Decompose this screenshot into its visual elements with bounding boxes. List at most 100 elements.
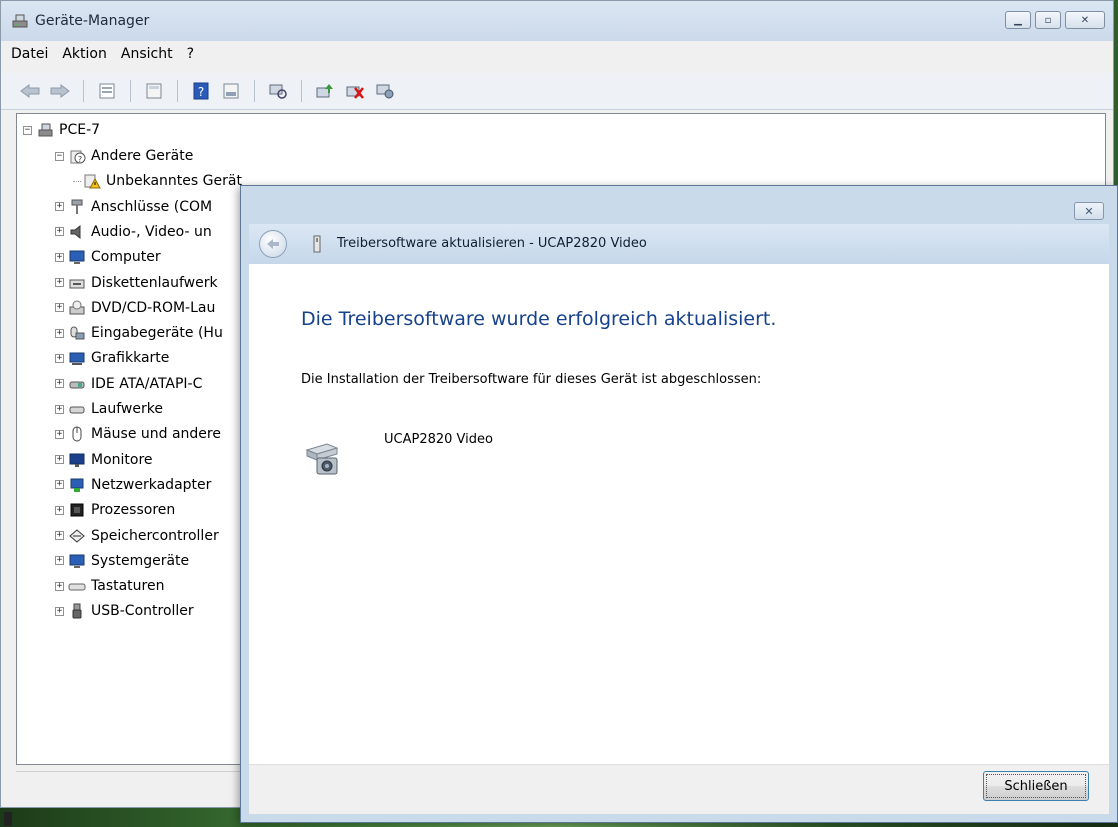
tree-item-label: Laufwerke (91, 401, 163, 417)
window-title: Geräte-Manager (35, 13, 150, 29)
expand-icon[interactable]: + (55, 202, 64, 212)
forward-arrow-icon[interactable] (49, 80, 71, 102)
processor-icon (70, 503, 84, 517)
scan-hardware-icon[interactable] (267, 80, 289, 102)
start-button-edge[interactable] (4, 812, 12, 826)
system-device-icon (69, 554, 85, 568)
menu-datei[interactable]: Datei (11, 46, 48, 62)
mouse-icon (72, 426, 82, 442)
device-name: UCAP2820 Video (384, 432, 493, 447)
update-driver-dialog: ✕ Treibersoftware aktualisieren - UCAP28… (240, 185, 1118, 823)
tree-item-label: USB-Controller (91, 603, 194, 620)
tree-item[interactable]: + Tastaturen (55, 574, 164, 598)
speaker-icon (70, 224, 81, 239)
tree-item-label: Tastaturen (91, 578, 165, 595)
expand-icon[interactable]: + (55, 328, 64, 338)
tree-item[interactable]: + Systemgeräte (55, 549, 189, 573)
expand-icon[interactable]: + (55, 252, 64, 262)
expand-icon[interactable]: + (55, 505, 64, 515)
uninstall-icon[interactable] (344, 80, 366, 102)
help-icon[interactable]: ? (190, 80, 212, 102)
tree-item[interactable]: + Anschlüsse (COM (55, 195, 212, 219)
tree-item-label: Monitore (91, 451, 153, 468)
minimize-button[interactable]: ▁ (1005, 11, 1031, 29)
tree-item[interactable]: + Computer (55, 245, 161, 269)
expand-icon[interactable]: + (55, 227, 64, 237)
tree-item-label: Eingabegeräte (Hu (91, 325, 223, 342)
dialog-content: Die Treibersoftware wurde erfolgreich ak… (249, 264, 1109, 764)
tree-item-label: Unbekanntes Gerät (106, 173, 242, 189)
tree-item-andere-geraete[interactable]: − ? Andere Geräte (55, 144, 193, 168)
display-adapter-icon (69, 352, 85, 366)
collapse-icon[interactable]: − (55, 151, 64, 161)
menu-help[interactable]: ? (187, 46, 194, 62)
disable-device-icon[interactable] (374, 80, 396, 102)
toolbar-separator (254, 80, 255, 102)
close-window-button[interactable]: ✕ (1065, 11, 1105, 29)
unknown-device-icon: ? (70, 150, 86, 164)
video-capture-device-icon (305, 443, 339, 475)
back-arrow-icon (267, 239, 279, 249)
title-bar[interactable]: Geräte-Manager ▁ ▫ ✕ (1, 1, 1113, 41)
expand-icon[interactable]: + (55, 531, 64, 540)
back-arrow-icon[interactable] (19, 80, 41, 102)
close-dialog-button[interactable]: Schließen (983, 771, 1089, 801)
tree-root[interactable]: − PCE-7 (23, 118, 100, 142)
tree-item[interactable]: + Mäuse und andere (55, 422, 221, 446)
tree-item[interactable]: + USB-Controller (55, 599, 194, 623)
expand-icon[interactable]: + (55, 278, 64, 287)
expand-icon[interactable]: + (55, 379, 64, 389)
dialog-close-button[interactable]: ✕ (1074, 202, 1104, 220)
tree-item[interactable]: + Laufwerke (55, 397, 163, 421)
tree-item[interactable]: + Netzwerkadapter (55, 473, 211, 497)
tree-item[interactable]: + Prozessoren (55, 498, 175, 522)
tree-item[interactable]: + Monitore (55, 448, 153, 472)
expand-icon[interactable]: + (55, 303, 64, 313)
tree-item[interactable]: + Diskettenlaufwerk (55, 271, 218, 295)
installation-description: Die Installation der Treibersoftware für… (301, 372, 762, 387)
tree-item-label: Grafikkarte (91, 350, 170, 367)
svg-text:?: ? (78, 155, 82, 164)
network-adapter-icon (70, 478, 84, 492)
toolbar: ? (1, 73, 1113, 110)
menu-ansicht[interactable]: Ansicht (121, 46, 173, 62)
expand-icon[interactable]: + (55, 480, 64, 490)
toolbar-separator (83, 80, 84, 102)
tree-item-label: Computer (91, 249, 161, 266)
minimize-icon: ▁ (1014, 14, 1022, 26)
storage-controller-icon (69, 528, 85, 543)
maximize-button[interactable]: ▫ (1035, 11, 1061, 29)
tree-item-label: Andere Geräte (91, 148, 194, 164)
properties-sheet-icon[interactable] (96, 80, 118, 102)
tree-item[interactable]: + IDE ATA/ATAPI-C (55, 372, 202, 396)
tree-item-label: Anschlüsse (COM (91, 198, 213, 215)
tree-item[interactable]: + Audio-, Video- un (55, 220, 212, 244)
svg-text:?: ? (198, 85, 204, 99)
tree-item[interactable]: + Eingabegeräte (Hu (55, 321, 223, 345)
tree-item-label: Systemgeräte (91, 552, 190, 569)
expand-icon[interactable]: + (55, 404, 64, 414)
tree-item[interactable]: + Speichercontroller (55, 524, 219, 548)
collapse-icon[interactable]: − (23, 125, 32, 135)
floppy-drive-icon (69, 279, 85, 288)
maximize-icon: ▫ (1044, 14, 1052, 26)
list-view-icon[interactable] (143, 80, 165, 102)
menu-aktion[interactable]: Aktion (62, 46, 107, 62)
success-heading: Die Treibersoftware wurde erfolgreich ak… (301, 308, 777, 330)
details-icon[interactable] (220, 80, 242, 102)
expand-icon[interactable]: + (55, 606, 64, 616)
tree-item[interactable]: + Grafikkarte (55, 346, 169, 370)
tree-item-label: Audio-, Video- un (91, 223, 212, 240)
expand-icon[interactable]: + (55, 429, 64, 439)
expand-icon[interactable]: + (55, 455, 64, 465)
expand-icon[interactable]: + (55, 353, 64, 363)
tree-item-unbekanntes-geraet[interactable]: Unbekanntes Gerät (73, 169, 242, 193)
expand-icon[interactable]: + (55, 556, 64, 566)
tree-item-label: Diskettenlaufwerk (91, 274, 218, 291)
expand-icon[interactable]: + (55, 581, 64, 591)
tree-root-label: PCE-7 (59, 122, 101, 138)
back-button[interactable] (259, 230, 287, 258)
update-driver-icon[interactable] (314, 80, 336, 102)
tree-item-label: Netzwerkadapter (91, 476, 212, 493)
tree-item[interactable]: + DVD/CD-ROM-Lau (55, 296, 215, 320)
